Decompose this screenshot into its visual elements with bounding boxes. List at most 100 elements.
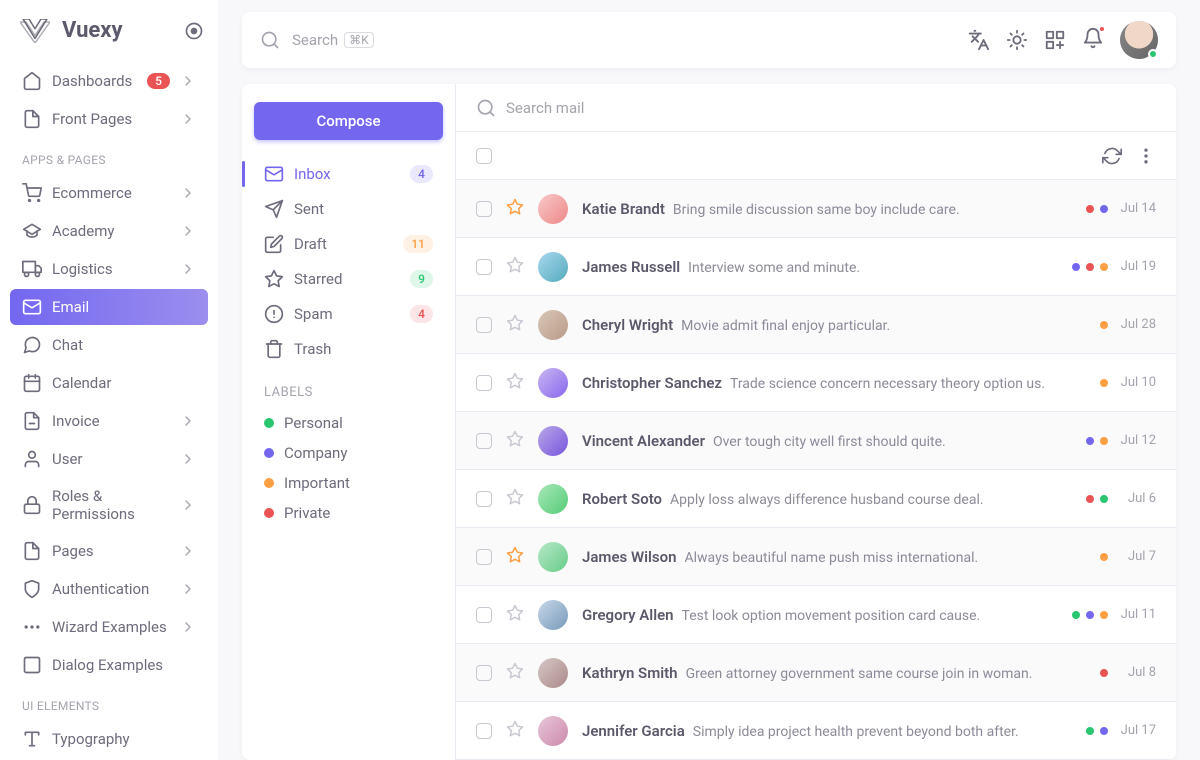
folder-trash[interactable]: Trash: [254, 332, 443, 366]
label-company[interactable]: Company: [254, 438, 443, 468]
folder-spam[interactable]: Spam4: [254, 297, 443, 331]
email-list: Katie BrandtBring smile discussion same …: [456, 84, 1176, 760]
folder-badge: 11: [403, 235, 433, 253]
label-important[interactable]: Important: [254, 468, 443, 498]
row-meta: Jul 12: [1086, 433, 1156, 448]
email-search-input[interactable]: [506, 99, 1156, 117]
nav-chat[interactable]: Chat: [10, 327, 208, 363]
email-row[interactable]: Christopher SanchezTrade science concern…: [456, 354, 1176, 412]
nav-wizard[interactable]: Wizard Examples: [10, 609, 208, 645]
star-icon[interactable]: [506, 430, 524, 452]
row-checkbox[interactable]: [476, 723, 492, 739]
row-checkbox[interactable]: [476, 491, 492, 507]
nav-ecommerce[interactable]: Ecommerce: [10, 175, 208, 211]
dashboards-badge: 5: [147, 73, 170, 89]
email-date: Jul 6: [1118, 491, 1156, 506]
star-icon[interactable]: [506, 546, 524, 568]
row-meta: Jul 17: [1086, 723, 1156, 738]
nav-label: User: [52, 450, 170, 468]
page-icon: [22, 541, 42, 561]
select-all-checkbox[interactable]: [476, 148, 492, 164]
sender-avatar: [538, 194, 568, 224]
calendar-icon: [22, 373, 42, 393]
theme-icon[interactable]: [1006, 29, 1028, 51]
email-date: Jul 8: [1118, 665, 1156, 680]
row-checkbox[interactable]: [476, 549, 492, 565]
row-checkbox[interactable]: [476, 665, 492, 681]
search-icon: [476, 98, 496, 118]
email-app: Compose Inbox4SentDraft11Starred9Spam4Tr…: [242, 84, 1176, 760]
email-row[interactable]: James RussellInterview some and minute.J…: [456, 238, 1176, 296]
nav-calendar[interactable]: Calendar: [10, 365, 208, 401]
nav-auth[interactable]: Authentication: [10, 571, 208, 607]
star-icon[interactable]: [506, 604, 524, 626]
star-icon[interactable]: [506, 720, 524, 742]
row-checkbox[interactable]: [476, 433, 492, 449]
sidebar-toggle-icon[interactable]: [184, 21, 204, 41]
star-icon[interactable]: [506, 314, 524, 336]
folder-sent[interactable]: Sent: [254, 192, 443, 226]
chevron-right-icon: [180, 619, 196, 635]
email-row[interactable]: Gregory AllenTest look option movement p…: [456, 586, 1176, 644]
email-row[interactable]: James WilsonAlways beautiful name push m…: [456, 528, 1176, 586]
nav-roles[interactable]: Roles & Permissions: [10, 479, 208, 531]
folder-inbox[interactable]: Inbox4: [254, 157, 443, 191]
nav-typography[interactable]: Typography: [10, 721, 208, 757]
nav-logistics[interactable]: Logistics: [10, 251, 208, 287]
sender-avatar: [538, 658, 568, 688]
refresh-icon[interactable]: [1102, 146, 1122, 166]
nav-user[interactable]: User: [10, 441, 208, 477]
language-icon[interactable]: [968, 29, 990, 51]
brand[interactable]: Vuexy: [10, 0, 208, 61]
label-dot: [1100, 611, 1108, 619]
email-row[interactable]: Cheryl WrightMovie admit final enjoy par…: [456, 296, 1176, 354]
email-subject: Green attorney government same course jo…: [686, 666, 1033, 682]
row-checkbox[interactable]: [476, 375, 492, 391]
star-icon[interactable]: [506, 488, 524, 510]
star-icon[interactable]: [506, 198, 524, 220]
label-personal[interactable]: Personal: [254, 408, 443, 438]
more-icon[interactable]: [1136, 146, 1156, 166]
email-row[interactable]: Kathryn SmithGreen attorney government s…: [456, 644, 1176, 702]
folder-draft[interactable]: Draft11: [254, 227, 443, 261]
search-placeholder-text: Search: [292, 31, 338, 49]
sender-avatar: [538, 368, 568, 398]
square-icon: [22, 655, 42, 675]
sender-avatar: [538, 600, 568, 630]
email-row[interactable]: Vincent AlexanderOver tough city well fi…: [456, 412, 1176, 470]
nav-dialog[interactable]: Dialog Examples: [10, 647, 208, 683]
nav-pages[interactable]: Pages: [10, 533, 208, 569]
star-icon[interactable]: [506, 662, 524, 684]
row-checkbox[interactable]: [476, 259, 492, 275]
nav-invoice[interactable]: Invoice: [10, 403, 208, 439]
notifications-button[interactable]: [1082, 27, 1104, 53]
school-icon: [22, 221, 42, 241]
email-row[interactable]: Robert SotoApply loss always difference …: [456, 470, 1176, 528]
nav-front-pages[interactable]: Front Pages: [10, 101, 208, 137]
nav-academy[interactable]: Academy: [10, 213, 208, 249]
email-row[interactable]: Jennifer GarciaSimply idea project healt…: [456, 702, 1176, 760]
email-subject: Simply idea project health prevent beyon…: [693, 724, 1019, 740]
nav-dashboards[interactable]: Dashboards 5: [10, 63, 208, 99]
search-icon[interactable]: [260, 30, 280, 50]
row-checkbox[interactable]: [476, 607, 492, 623]
compose-button[interactable]: Compose: [254, 102, 443, 140]
star-icon[interactable]: [506, 256, 524, 278]
global-search[interactable]: Search ⌘K: [292, 31, 956, 49]
email-row[interactable]: Katie BrandtBring smile discussion same …: [456, 180, 1176, 238]
email-search-bar: [456, 84, 1176, 132]
row-checkbox[interactable]: [476, 317, 492, 333]
search-shortcut: ⌘K: [344, 32, 374, 48]
nav-email[interactable]: Email: [10, 289, 208, 325]
row-checkbox[interactable]: [476, 201, 492, 217]
sender-name: Vincent Alexander: [582, 432, 705, 450]
star-icon[interactable]: [506, 372, 524, 394]
lock-icon: [22, 495, 42, 515]
folder-starred[interactable]: Starred9: [254, 262, 443, 296]
apps-icon[interactable]: [1044, 29, 1066, 51]
label-private[interactable]: Private: [254, 498, 443, 528]
chevron-right-icon: [180, 73, 196, 89]
folder-label: Spam: [294, 305, 400, 323]
sent-icon: [264, 199, 284, 219]
user-avatar[interactable]: [1120, 21, 1158, 59]
